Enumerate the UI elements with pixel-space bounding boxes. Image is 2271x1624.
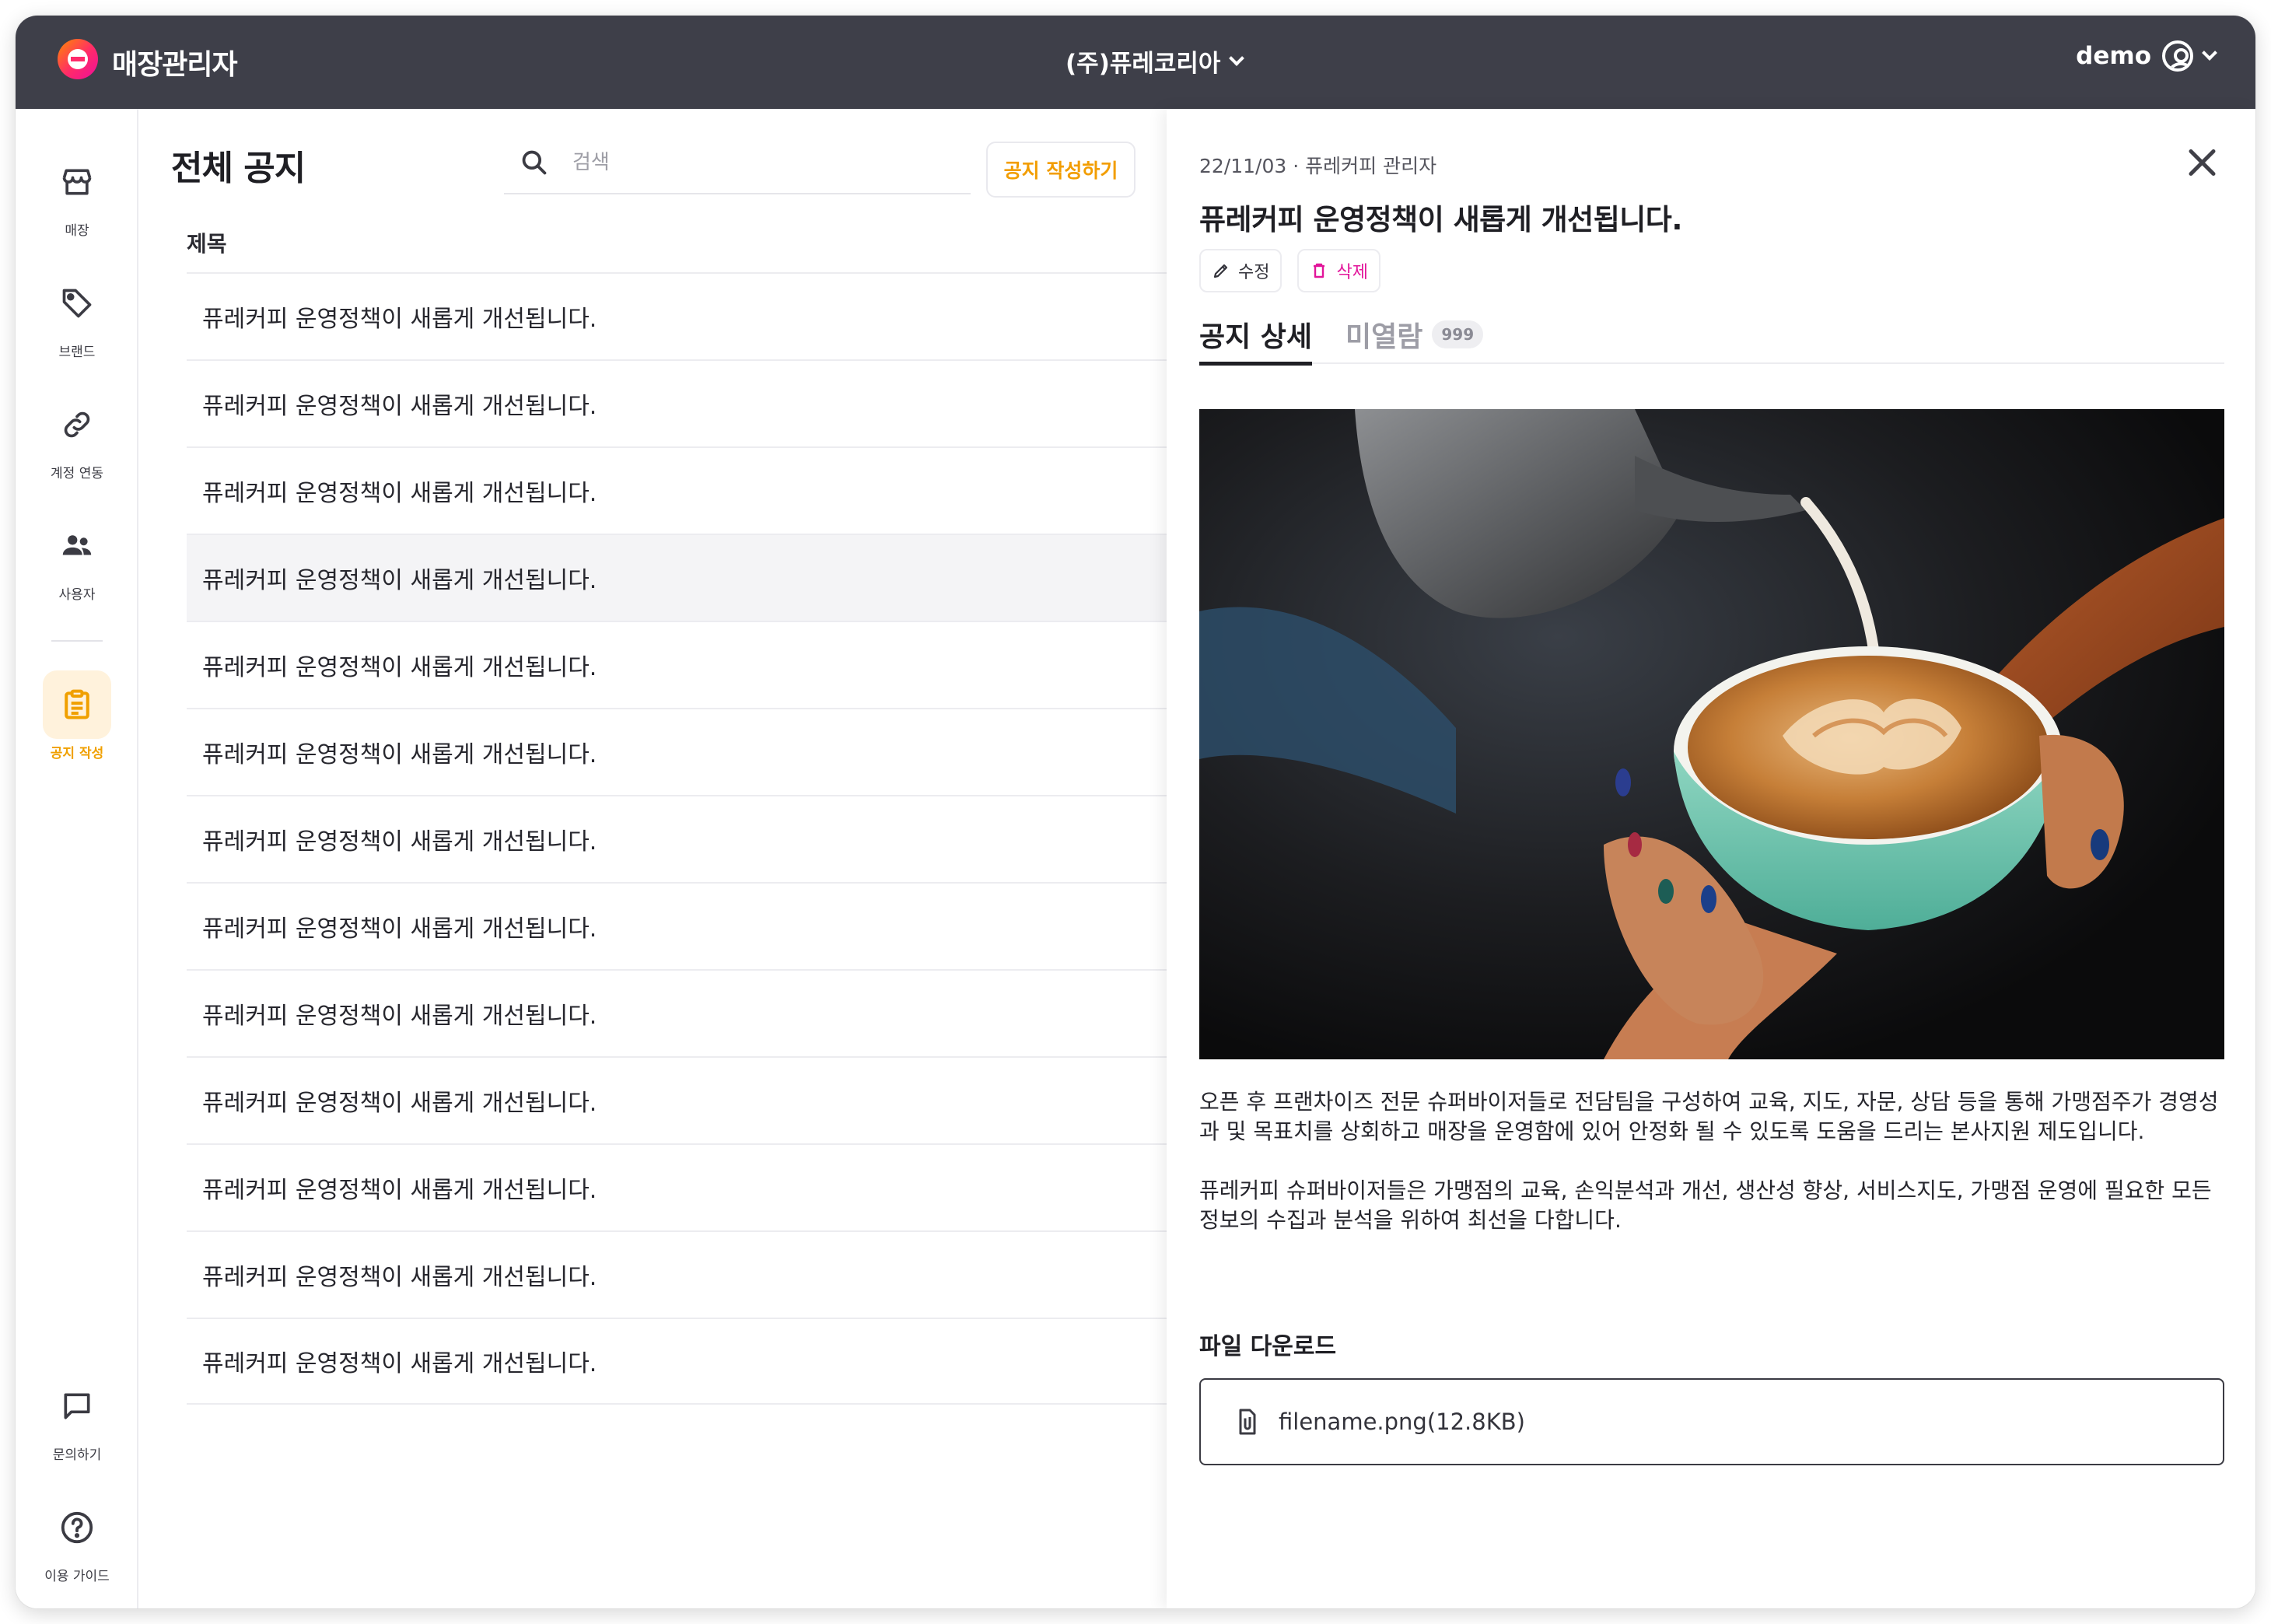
row-title: 퓨레커피 운영정책이 새롭게 개선됩니다. — [202, 1003, 597, 1030]
tab-label: 공지 상세 — [1199, 321, 1313, 353]
row-title: 퓨레커피 운영정책이 새롭게 개선됩니다. — [202, 306, 597, 333]
sidebar-item-notice-write[interactable]: 공지 작성 — [16, 670, 138, 761]
row-title: 퓨레커피 운영정책이 새롭게 개선됩니다. — [202, 1264, 597, 1291]
sidebar-item-label: 계정 연동 — [51, 466, 103, 481]
top-bar: 매장관리자 (주)퓨레코리아 demo — [16, 16, 2255, 109]
file-name: filename.png(12.8KB) — [1279, 1409, 1525, 1435]
pencil-icon — [1213, 264, 1228, 278]
user-menu[interactable]: demo — [2076, 40, 2217, 72]
sidebar-item-store[interactable]: 매장 — [16, 148, 138, 239]
sidebar-item-inquiry[interactable]: 문의하기 — [16, 1372, 138, 1463]
page-title: 전체 공지 — [171, 149, 306, 188]
table-row[interactable]: 퓨레커피 운영정책이 새롭게 개선됩니다. — [187, 1143, 1182, 1230]
file-download-item[interactable]: filename.png(12.8KB) — [1199, 1378, 2224, 1465]
sidebar-item-label: 브랜드 — [58, 345, 96, 360]
row-title: 퓨레커피 운영정책이 새롭게 개선됩니다. — [202, 915, 597, 943]
notice-body: 오픈 후 프랜차이즈 전문 슈퍼바이저들로 전담팀을 구성하여 교육, 지도, … — [1199, 1087, 2234, 1265]
table-row[interactable]: 퓨레커피 운영정책이 새롭게 개선됩니다. — [187, 969, 1182, 1056]
search-icon — [522, 150, 547, 175]
notice-image — [1199, 409, 2224, 1059]
sidebar-item-label: 이용 가이드 — [44, 1569, 110, 1584]
tab-notice-detail[interactable]: 공지 상세 — [1199, 305, 1313, 366]
sidebar-item-label: 사용자 — [58, 587, 96, 603]
row-title: 퓨레커피 운영정책이 새롭게 개선됩니다. — [202, 480, 597, 507]
row-title: 퓨레커피 운영정책이 새롭게 개선됩니다. — [202, 828, 597, 856]
search-bar — [504, 132, 971, 194]
help-icon — [43, 1493, 111, 1562]
delete-button[interactable]: 삭제 — [1297, 249, 1380, 292]
sidebar-item-label: 공지 작성 — [50, 746, 104, 761]
notice-list: 퓨레커피 운영정책이 새롭게 개선됩니다. 퓨레커피 운영정책이 새롭게 개선됩… — [187, 272, 1182, 1405]
delete-label: 삭제 — [1336, 263, 1368, 282]
close-icon[interactable] — [2182, 143, 2221, 182]
table-row[interactable]: 퓨레커피 운영정책이 새롭게 개선됩니다. — [187, 882, 1182, 969]
user-name: demo — [2076, 42, 2151, 70]
user-circle-icon — [2162, 40, 2193, 72]
sidebar-item-users[interactable]: 사용자 — [16, 512, 138, 603]
sidebar: 매장 브랜드 계정 연동 사용자 공지 작성 문의하기 이용 가이드 — [16, 109, 138, 1608]
write-notice-button[interactable]: 공지 작성하기 — [986, 142, 1136, 198]
chevron-down-icon — [2202, 45, 2217, 61]
row-title: 퓨레커피 운영정책이 새롭게 개선됩니다. — [202, 654, 597, 681]
table-row[interactable]: 퓨레커피 운영정책이 새롭게 개선됩니다. — [187, 621, 1182, 708]
chat-icon — [43, 1372, 111, 1440]
sidebar-item-label: 문의하기 — [52, 1447, 102, 1463]
notice-meta: 22/11/03 · 퓨레커피 관리자 — [1199, 155, 1437, 177]
table-row[interactable]: 퓨레커피 운영정책이 새롭게 개선됩니다. — [187, 446, 1182, 534]
tag-icon — [43, 269, 111, 338]
column-header-title: 제목 — [187, 231, 227, 257]
row-title: 퓨레커피 운영정책이 새롭게 개선됩니다. — [202, 393, 597, 420]
tab-label: 미열람 — [1345, 321, 1423, 353]
notice-list-panel: 전체 공지 공지 작성하기 제목 퓨레커피 운영정책이 새롭게 개선됩니다. 퓨… — [138, 109, 1182, 1608]
edit-label: 수정 — [1238, 263, 1270, 282]
app-title: 매장관리자 — [112, 49, 238, 81]
brand-logo — [58, 39, 98, 79]
edit-button[interactable]: 수정 — [1199, 249, 1282, 292]
sidebar-item-label: 매장 — [65, 223, 89, 239]
sidebar-item-guide[interactable]: 이용 가이드 — [16, 1493, 138, 1584]
chevron-down-icon — [1229, 50, 1245, 66]
app-window: 매장관리자 (주)퓨레코리아 demo 매장 브랜드 계정 연동 사용자 공지 … — [16, 16, 2255, 1608]
table-row[interactable]: 퓨레커피 운영정책이 새롭게 개선됩니다. — [187, 272, 1182, 359]
sidebar-item-account-link[interactable]: 계정 연동 — [16, 390, 138, 481]
row-title: 퓨레커피 운영정책이 새롭게 개선됩니다. — [202, 1177, 597, 1204]
notice-detail-panel: 22/11/03 · 퓨레커피 관리자 퓨레커피 운영정책이 새롭게 개선됩니다… — [1167, 109, 2255, 1608]
unread-count-badge: 999 — [1432, 320, 1484, 348]
users-icon — [43, 512, 111, 580]
row-title: 퓨레커피 운영정책이 새롭게 개선됩니다. — [202, 1090, 597, 1117]
sidebar-divider — [51, 640, 103, 642]
table-row[interactable]: 퓨레커피 운영정책이 새롭게 개선됩니다. — [187, 708, 1182, 795]
clipboard-icon — [43, 670, 111, 739]
link-icon — [43, 390, 111, 459]
sidebar-item-brand[interactable]: 브랜드 — [16, 269, 138, 360]
table-row[interactable]: 퓨레커피 운영정책이 새롭게 개선됩니다. — [187, 1230, 1182, 1318]
row-title: 퓨레커피 운영정책이 새롭게 개선됩니다. — [202, 741, 597, 768]
notice-paragraph: 오픈 후 프랜차이즈 전문 슈퍼바이저들로 전담팀을 구성하여 교육, 지도, … — [1199, 1089, 2219, 1144]
table-row[interactable]: 퓨레커피 운영정책이 새롭게 개선됩니다. — [187, 1318, 1182, 1405]
paperclip-file-icon — [1239, 1409, 1256, 1435]
company-name: (주)퓨레코리아 — [1066, 50, 1221, 78]
table-row[interactable]: 퓨레커피 운영정책이 새롭게 개선됩니다. — [187, 534, 1182, 621]
company-selector[interactable]: (주)퓨레코리아 — [1066, 44, 1245, 79]
detail-tabs: 공지 상세 미열람 999 — [1199, 305, 2224, 366]
notice-actions: 수정 삭제 — [1199, 249, 1380, 292]
file-download-title: 파일 다운로드 — [1199, 1333, 1337, 1360]
store-icon — [43, 148, 111, 216]
notice-title: 퓨레커피 운영정책이 새롭게 개선됩니다. — [1199, 203, 1682, 236]
tab-unread[interactable]: 미열람 999 — [1345, 305, 1484, 364]
row-title: 퓨레커피 운영정책이 새롭게 개선됩니다. — [202, 567, 597, 594]
trash-icon — [1314, 263, 1325, 278]
notice-paragraph: 퓨레커피 슈퍼바이저들은 가맹점의 교육, 손익분석과 개선, 생산성 향상, … — [1199, 1178, 2212, 1233]
search-input[interactable] — [572, 151, 946, 174]
table-row[interactable]: 퓨레커피 운영정책이 새롭게 개선됩니다. — [187, 795, 1182, 882]
row-title: 퓨레커피 운영정책이 새롭게 개선됩니다. — [202, 1350, 597, 1377]
table-row[interactable]: 퓨레커피 운영정책이 새롭게 개선됩니다. — [187, 359, 1182, 446]
table-row[interactable]: 퓨레커피 운영정책이 새롭게 개선됩니다. — [187, 1056, 1182, 1143]
